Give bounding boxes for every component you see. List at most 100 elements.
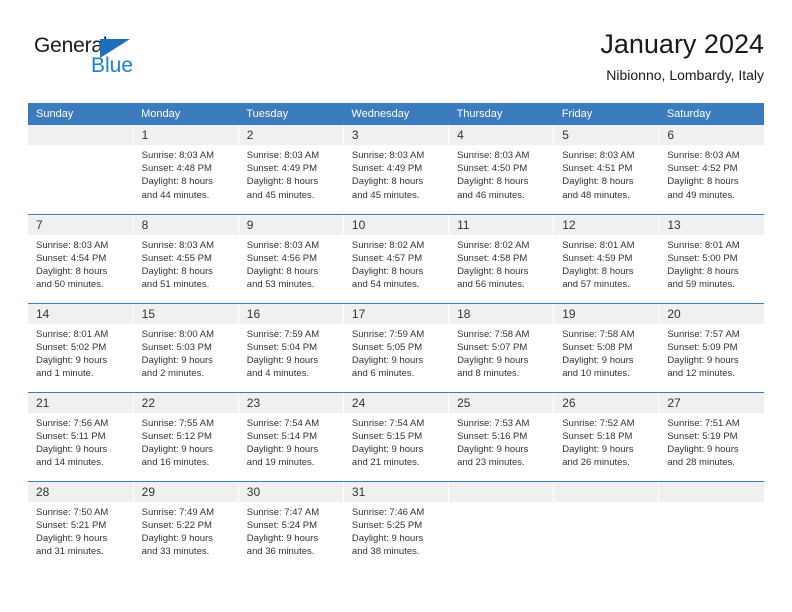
day-number: 24	[343, 392, 449, 413]
day-number: 18	[449, 303, 554, 324]
daylight-text-line1: Daylight: 9 hours	[141, 443, 213, 455]
daylight-text-line2: and 38 minutes.	[351, 546, 420, 558]
sunset-text: Sunset: 4:49 PM	[351, 163, 423, 175]
day-number: 5	[554, 125, 659, 145]
sunrise-text: Sunrise: 7:54 AM	[351, 417, 425, 429]
daylight-text-line2: and 31 minutes.	[36, 546, 104, 558]
sunset-text: Sunset: 5:00 PM	[667, 252, 738, 264]
calendar-day-cell[interactable]: 28 Sunrise: 7:50 AM Sunset: 5:21 PM Dayligh…	[28, 481, 134, 570]
day-sun-info: Sunrise: 8:03 AM Sunset: 4:54 PM Daylight:…	[28, 235, 133, 292]
weekday-header-wednesday: Wednesday	[343, 103, 449, 125]
sunrise-text: Sunrise: 8:03 AM	[246, 239, 320, 251]
calendar-day-cell[interactable]: 18 Sunrise: 7:58 AM Sunset: 5:07 PM Dayligh…	[448, 303, 555, 393]
general-blue-logo[interactable]: General Blue	[34, 34, 194, 86]
daylight-text-line1: Daylight: 9 hours	[36, 354, 108, 366]
calendar-day-cell-empty	[658, 481, 764, 570]
calendar-day-cell[interactable]: 30 Sunrise: 7:47 AM Sunset: 5:24 PM Dayligh…	[237, 481, 344, 570]
calendar-day-cell[interactable]: 31 Sunrise: 7:46 AM Sunset: 5:25 PM Dayligh…	[342, 481, 450, 570]
day-sun-info: Sunrise: 8:02 AM Sunset: 4:57 PM Daylight:…	[344, 235, 448, 292]
weekday-header-sunday: Sunday	[28, 103, 134, 125]
sunset-text: Sunset: 5:11 PM	[36, 430, 106, 442]
sunrise-text: Sunrise: 7:53 AM	[457, 417, 530, 429]
calendar-day-cell[interactable]: 8 Sunrise: 8:03 AM Sunset: 4:55 PM Daylight…	[132, 214, 239, 304]
day-sun-info: Sunrise: 8:00 AM Sunset: 5:03 PM Daylight:…	[134, 324, 238, 381]
daylight-text-line2: and 2 minutes.	[141, 368, 204, 380]
daylight-text-line2: and 48 minutes.	[562, 189, 630, 201]
day-number: 26	[554, 392, 659, 413]
daylight-text-line1: Daylight: 9 hours	[246, 532, 319, 544]
sunset-text: Sunset: 5:02 PM	[36, 341, 107, 353]
calendar-day-cell[interactable]: 13 Sunrise: 8:01 AM Sunset: 5:00 PM Dayligh…	[658, 214, 764, 304]
daylight-text-line1: Daylight: 8 hours	[246, 176, 319, 188]
calendar-day-cell[interactable]: 1 Sunrise: 8:03 AM Sunset: 4:48 PM Daylight…	[132, 125, 239, 215]
calendar-day-cell[interactable]: 6 Sunrise: 8:03 AM Sunset: 4:52 PM Daylight…	[658, 125, 764, 215]
daylight-text-line2: and 1 minute.	[36, 368, 94, 380]
daylight-text-line2: and 51 minutes.	[141, 279, 210, 291]
daylight-text-line1: Daylight: 9 hours	[457, 443, 529, 455]
calendar-day-cell[interactable]: 24 Sunrise: 7:54 AM Sunset: 5:15 PM Dayligh…	[342, 392, 450, 482]
daylight-text-line1: Daylight: 9 hours	[141, 354, 213, 366]
day-number: 30	[238, 481, 343, 502]
location-subtitle: Nibionno, Lombardy, Italy	[606, 67, 764, 83]
calendar-day-cell[interactable]: 25 Sunrise: 7:53 AM Sunset: 5:16 PM Dayligh…	[448, 392, 555, 482]
day-number: 14	[28, 303, 133, 324]
calendar-day-cell[interactable]: 3 Sunrise: 8:03 AM Sunset: 4:49 PM Daylight…	[342, 125, 450, 215]
daylight-text-line2: and 59 minutes.	[667, 279, 735, 291]
sunset-text: Sunset: 5:19 PM	[667, 430, 738, 442]
day-sun-info: Sunrise: 8:03 AM Sunset: 4:49 PM Daylight:…	[239, 145, 343, 202]
sunrise-text: Sunrise: 7:59 AM	[246, 328, 320, 340]
daylight-text-line2: and 14 minutes.	[36, 457, 104, 469]
sunset-text: Sunset: 5:04 PM	[246, 341, 318, 353]
calendar-day-cell[interactable]: 26 Sunrise: 7:52 AM Sunset: 5:18 PM Dayligh…	[553, 392, 660, 482]
calendar-day-cell[interactable]: 14 Sunrise: 8:01 AM Sunset: 5:02 PM Dayligh…	[28, 303, 134, 393]
sunrise-text: Sunrise: 8:03 AM	[141, 239, 214, 251]
calendar-day-cell[interactable]: 29 Sunrise: 7:49 AM Sunset: 5:22 PM Dayligh…	[132, 481, 239, 570]
calendar-day-cell[interactable]: 23 Sunrise: 7:54 AM Sunset: 5:14 PM Dayligh…	[237, 392, 344, 482]
calendar-day-cell[interactable]: 5 Sunrise: 8:03 AM Sunset: 4:51 PM Daylight…	[553, 125, 660, 215]
daylight-text-line2: and 19 minutes.	[246, 457, 315, 469]
daylight-text-line1: Daylight: 8 hours	[457, 176, 529, 188]
calendar-day-cell[interactable]: 11 Sunrise: 8:02 AM Sunset: 4:58 PM Dayligh…	[448, 214, 555, 304]
sunset-text: Sunset: 5:12 PM	[141, 430, 212, 442]
sunset-text: Sunset: 5:09 PM	[667, 341, 738, 353]
calendar-day-cell[interactable]: 17 Sunrise: 7:59 AM Sunset: 5:05 PM Dayligh…	[342, 303, 450, 393]
calendar-body: 1 Sunrise: 8:03 AM Sunset: 4:48 PM Daylight…	[28, 125, 764, 570]
calendar-day-cell[interactable]: 22 Sunrise: 7:55 AM Sunset: 5:12 PM Dayligh…	[132, 392, 239, 482]
sunrise-text: Sunrise: 8:03 AM	[141, 150, 214, 161]
title-block: January 2024 Nibionno, Lombardy, Italy	[600, 28, 764, 84]
day-number: 25	[449, 392, 554, 413]
day-number: 11	[449, 214, 554, 235]
sunrise-text: Sunrise: 7:51 AM	[667, 417, 740, 429]
sunrise-text: Sunrise: 8:01 AM	[36, 328, 109, 340]
calendar-day-cell[interactable]: 20 Sunrise: 7:57 AM Sunset: 5:09 PM Dayligh…	[658, 303, 764, 393]
daylight-text-line2: and 6 minutes.	[351, 368, 415, 380]
day-sun-info: Sunrise: 7:54 AM Sunset: 5:15 PM Daylight:…	[344, 413, 448, 470]
sunset-text: Sunset: 5:18 PM	[562, 430, 633, 442]
calendar-day-cell[interactable]: 21 Sunrise: 7:56 AM Sunset: 5:11 PM Dayligh…	[28, 392, 134, 482]
calendar-day-cell[interactable]: 2 Sunrise: 8:03 AM Sunset: 4:49 PM Daylight…	[237, 125, 344, 215]
calendar-week-row: 7 Sunrise: 8:03 AM Sunset: 4:54 PM Daylight…	[28, 214, 764, 304]
daylight-text-line2: and 56 minutes.	[457, 279, 525, 291]
day-number: 29	[133, 481, 238, 502]
calendar-day-cell[interactable]: 19 Sunrise: 7:58 AM Sunset: 5:08 PM Dayligh…	[553, 303, 660, 393]
day-sun-info: Sunrise: 7:59 AM Sunset: 5:05 PM Daylight:…	[344, 324, 448, 381]
daylight-text-line2: and 44 minutes.	[141, 189, 210, 201]
calendar-day-cell[interactable]: 12 Sunrise: 8:01 AM Sunset: 4:59 PM Dayligh…	[553, 214, 660, 304]
daylight-text-line1: Daylight: 9 hours	[351, 443, 424, 455]
daylight-text-line1: Daylight: 9 hours	[667, 354, 739, 366]
sunset-text: Sunset: 4:57 PM	[351, 252, 423, 264]
calendar-day-cell[interactable]: 9 Sunrise: 8:03 AM Sunset: 4:56 PM Daylight…	[237, 214, 344, 304]
calendar-day-cell[interactable]: 4 Sunrise: 8:03 AM Sunset: 4:50 PM Daylight…	[448, 125, 555, 215]
calendar-day-cell[interactable]: 27 Sunrise: 7:51 AM Sunset: 5:19 PM Dayligh…	[658, 392, 764, 482]
sunset-text: Sunset: 5:08 PM	[562, 341, 633, 353]
day-number: 19	[554, 303, 659, 324]
logo-text-blue: Blue	[91, 54, 134, 77]
day-number: 13	[659, 214, 764, 235]
sunrise-text: Sunrise: 8:03 AM	[351, 150, 425, 161]
calendar-day-cell[interactable]: 10 Sunrise: 8:02 AM Sunset: 4:57 PM Dayligh…	[342, 214, 450, 304]
calendar-day-cell[interactable]: 16 Sunrise: 7:59 AM Sunset: 5:04 PM Dayligh…	[237, 303, 344, 393]
daylight-text-line1: Daylight: 9 hours	[246, 354, 319, 366]
calendar-day-cell[interactable]: 15 Sunrise: 8:00 AM Sunset: 5:03 PM Dayligh…	[132, 303, 239, 393]
calendar-day-cell[interactable]: 7 Sunrise: 8:03 AM Sunset: 4:54 PM Daylight…	[28, 214, 134, 304]
daylight-text-line1: Daylight: 8 hours	[141, 265, 213, 277]
